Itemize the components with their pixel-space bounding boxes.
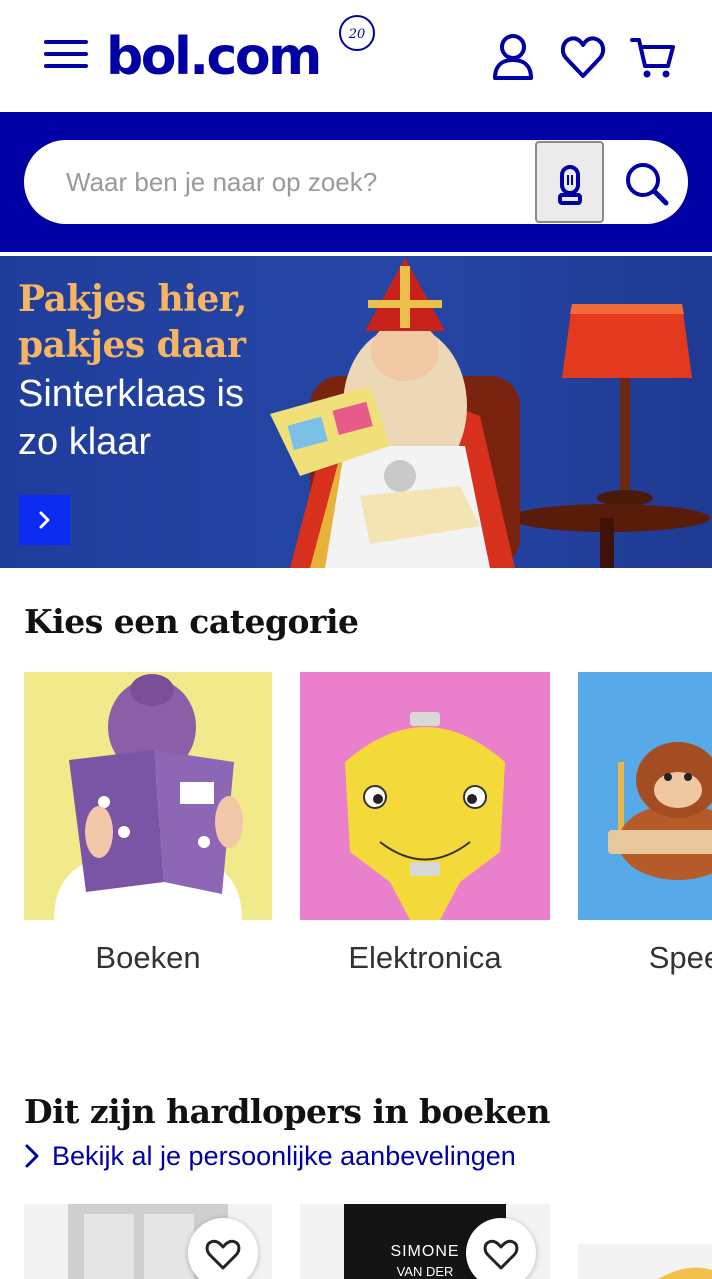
personal-recommendations-link[interactable]: Bekijk al je persoonlijke aanbevelingen [24,1138,516,1174]
category-label: Speelg [648,940,712,975]
logo-badge-icon: 20 [339,15,375,51]
banner-next-button[interactable] [19,495,70,545]
category-image-elektronica [300,672,550,920]
search-box [24,140,688,224]
chevron-right-icon [39,511,50,529]
recommendations-link-label: Bekijk al je persoonlijke aanbevelingen [52,1140,516,1171]
search-icon [626,163,669,206]
heart-outline-icon [205,1239,241,1270]
search-bar-band [0,112,712,252]
categories-heading: Kies een categorie [24,602,359,641]
product-cover [578,1204,712,1279]
microphone-icon [558,165,582,205]
bol-logo[interactable]: bol.com 20 [106,15,375,92]
category-label: Elektronica [348,940,502,975]
banner-subtitle: Sinterklaas is zo klaar [18,373,244,463]
svg-text:SIMONE: SIMONE [390,1243,459,1260]
cart-icon[interactable] [630,32,676,82]
hamburger-menu-icon[interactable] [44,40,88,72]
heart-outline-icon [483,1239,519,1270]
heart-icon[interactable] [560,32,606,82]
search-button[interactable] [608,140,688,224]
wishlist-button[interactable] [466,1218,536,1279]
banner-title: Pakjes hier, pakjes daar [18,278,247,366]
svg-text:VAN DER: VAN DER [397,1264,454,1279]
user-icon[interactable] [490,32,536,82]
chevron-right-icon [25,1144,39,1168]
category-card-elektronica[interactable]: Elektronica [300,672,550,992]
voice-search-button[interactable] [535,141,604,223]
product-card[interactable] [578,1204,712,1279]
category-image-speelgoed [578,672,712,920]
sinterklaas-illustration [270,258,710,568]
category-label: Boeken [95,940,201,975]
recommendations-heading: Dit zijn hardlopers in boeken [24,1092,550,1131]
top-header: bol.com 20 [0,0,712,112]
category-card-speelgoed[interactable]: Speelg [578,672,712,992]
wishlist-button[interactable] [188,1218,258,1279]
search-input[interactable] [24,140,534,224]
category-image-boeken [24,672,272,920]
promo-banner[interactable]: Pakjes hier, pakjes daar Sinterklaas is … [0,256,712,568]
logo-text: bol.com [106,27,322,87]
category-card-boeken[interactable]: Boeken [24,672,272,992]
svg-text:20: 20 [348,27,366,42]
